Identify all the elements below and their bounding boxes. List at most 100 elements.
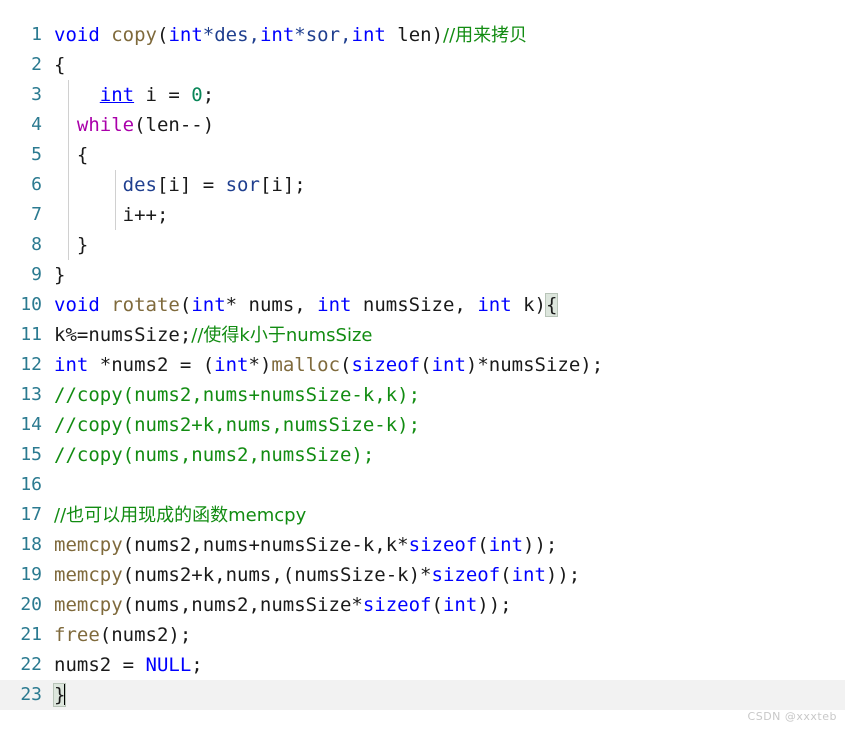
code-line-content: //copy(nums2,nums+numsSize-k,k); <box>54 380 420 410</box>
code-line[interactable]: 1 void copy(int*des,int*sor,int len)//用来拷… <box>0 20 845 50</box>
code-token: //copy(nums2,nums+numsSize-k,k); <box>54 384 421 406</box>
code-line-content: } <box>54 230 88 260</box>
code-line[interactable]: 8 } <box>0 230 845 260</box>
code-line-content: k%=numsSize;//使得k小于numsSize <box>54 320 373 351</box>
code-token: } <box>54 264 66 286</box>
code-token: nums2 = <box>54 654 146 676</box>
code-token: int <box>317 294 352 316</box>
line-number: 7 <box>31 204 42 225</box>
code-token: i = <box>134 84 192 106</box>
code-token: int <box>431 354 466 376</box>
line-number: 3 <box>31 84 42 105</box>
code-token: } <box>54 234 89 256</box>
code-line-content: i++; <box>54 200 169 230</box>
code-token: (nums,nums2,numsSize* <box>122 594 363 616</box>
code-line[interactable]: 23} <box>0 680 845 710</box>
code-token: int <box>99 84 135 106</box>
line-number: 18 <box>20 534 42 555</box>
code-token: * nums, <box>225 294 318 316</box>
code-line-content: //copy(nums,nums2,numsSize); <box>54 440 374 470</box>
code-token: int <box>54 354 89 376</box>
code-token: memcpy <box>54 564 123 586</box>
code-token: free <box>54 624 100 646</box>
code-token: )); <box>477 594 512 616</box>
code-line[interactable]: 4 while(len--) <box>0 110 845 140</box>
code-line[interactable]: 5 { <box>0 140 845 170</box>
code-token: ( <box>179 294 192 316</box>
code-line-content: free(nums2); <box>54 620 191 650</box>
code-token: i++; <box>54 204 169 226</box>
code-token: )*numsSize); <box>465 354 604 376</box>
code-line[interactable]: 22 nums2 = NULL; <box>0 650 845 680</box>
code-line[interactable]: 18 memcpy(nums2,nums+numsSize-k,k*sizeof(… <box>0 530 845 560</box>
line-number: 16 <box>20 474 42 495</box>
line-number: 10 <box>20 294 42 315</box>
code-line-content: { <box>54 50 65 80</box>
code-token: des <box>122 174 157 196</box>
code-token: int <box>511 564 546 586</box>
line-number: 8 <box>31 234 42 255</box>
code-token: ( <box>156 24 169 46</box>
code-line-content: memcpy(nums2+k,nums,(numsSize-k)*sizeof(… <box>54 560 580 590</box>
code-token: (len--) <box>134 114 215 136</box>
code-line-content: //copy(nums2+k,nums,numsSize-k); <box>54 410 420 440</box>
code-line[interactable]: 15 //copy(nums,nums2,numsSize); <box>0 440 845 470</box>
code-token: ( <box>500 564 512 586</box>
code-line[interactable]: 10 void rotate(int* nums, int numsSize, i… <box>0 290 845 320</box>
code-token: //也可以用现成的函数memcpy <box>54 505 307 526</box>
code-token: ; <box>191 654 203 676</box>
code-token: rotate <box>111 294 180 316</box>
code-line[interactable]: 3 int i = 0; <box>0 80 845 110</box>
code-line[interactable]: 14 //copy(nums2+k,nums,numsSize-k); <box>0 410 845 440</box>
code-token: sizeof <box>362 594 432 616</box>
code-line[interactable]: 9} <box>0 260 845 290</box>
code-line[interactable]: 16 <box>0 470 845 500</box>
line-number: 5 <box>31 144 42 165</box>
code-line-content: } <box>52 680 67 710</box>
code-token: [i] = <box>156 174 226 196</box>
code-token: int <box>214 354 249 376</box>
code-token: { <box>54 54 66 76</box>
code-token: ( <box>420 354 432 376</box>
code-line[interactable]: 2{ <box>0 50 845 80</box>
code-token: { <box>54 144 89 166</box>
code-line[interactable]: 17 //也可以用现成的函数memcpy <box>0 500 845 530</box>
code-token: int <box>351 24 386 46</box>
code-line[interactable]: 13 //copy(nums2,nums+numsSize-k,k); <box>0 380 845 410</box>
code-line[interactable]: 11 k%=numsSize;//使得k小于numsSize <box>0 320 845 350</box>
code-line[interactable]: 12 int *nums2 = (int*)malloc(sizeof(int)*… <box>0 350 845 380</box>
code-line[interactable]: 21 free(nums2); <box>0 620 845 650</box>
code-token: k%=numsSize; <box>54 324 192 346</box>
code-token: sizeof <box>408 534 478 556</box>
code-token: //copy(nums2+k,nums,numsSize-k); <box>54 414 421 436</box>
code-token: memcpy <box>54 594 123 616</box>
code-token: *des, <box>202 24 260 46</box>
code-token: malloc <box>271 354 341 376</box>
code-token: )); <box>523 534 558 556</box>
code-token: copy <box>111 24 157 46</box>
code-token: int <box>168 24 203 46</box>
code-token: int <box>191 294 226 316</box>
code-lines-container[interactable]: 1 void copy(int*des,int*sor,int len)//用来拷… <box>0 20 845 710</box>
text-caret <box>64 683 67 705</box>
code-token: )); <box>545 564 581 586</box>
line-number: 12 <box>20 354 42 375</box>
code-line[interactable]: 7 i++; <box>0 200 845 230</box>
code-token: int <box>259 24 295 46</box>
code-token: void <box>54 294 100 316</box>
code-line[interactable]: 19 memcpy(nums2+k,nums,(numsSize-k)*sizeo… <box>0 560 845 590</box>
line-number: 11 <box>20 324 42 345</box>
line-number: 23 <box>20 684 42 705</box>
code-line[interactable]: 6 des[i] = sor[i]; <box>0 170 845 200</box>
code-editor[interactable]: 1 void copy(int*des,int*sor,int len)//用来拷… <box>0 0 845 729</box>
code-line-content: memcpy(nums,nums2,numsSize*sizeof(int)); <box>54 590 512 620</box>
line-number: 17 <box>20 504 42 525</box>
line-number: 14 <box>20 414 42 435</box>
code-token: int <box>488 534 524 556</box>
code-line[interactable]: 20 memcpy(nums,nums2,numsSize*sizeof(int)… <box>0 590 845 620</box>
code-token: [i]; <box>259 174 306 196</box>
code-token: (nums2+k,nums,(numsSize-k)* <box>122 564 432 586</box>
code-token: //用来拷贝 <box>443 25 528 46</box>
code-token: int <box>442 594 478 616</box>
